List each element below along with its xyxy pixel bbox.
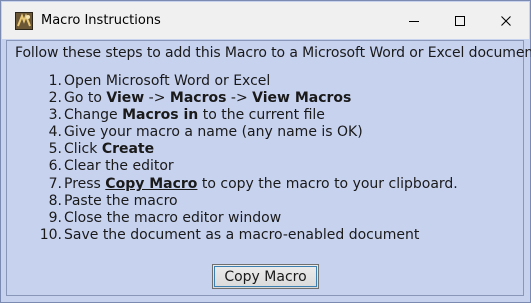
copy-macro-button[interactable]: Copy Macro [212, 264, 319, 289]
step-fragment: to copy the macro to your clipboard. [197, 175, 458, 192]
maximize-button[interactable] [437, 2, 483, 39]
step-text: Go to View -> Macros -> View Macros [64, 90, 351, 107]
step-text: Clear the editor [64, 158, 174, 175]
macro-instructions-window: Macro Instructions Follow these steps to… [0, 0, 531, 303]
step-number: 6. [48, 158, 62, 175]
instructions-intro: Follow these steps to add this Macro to … [15, 45, 531, 61]
minimize-icon [409, 20, 419, 22]
step-text: Close the macro editor window [64, 210, 281, 227]
step-fragment: Go to [64, 90, 107, 107]
step-text: Press Copy Macro to copy the macro to yo… [64, 176, 458, 193]
step-number: 2. [48, 90, 62, 107]
step-text: Save the document as a macro-enabled doc… [64, 227, 419, 244]
step-fragment: Open Microsoft Word or Excel [64, 73, 271, 89]
step-emphasis: Macros [169, 90, 227, 107]
step-text: Change Macros in to the current file [64, 107, 325, 124]
step-number: 10. [39, 226, 62, 243]
step-text: Paste the macro [64, 193, 178, 210]
step-fragment: Change [64, 107, 123, 124]
step-number: 8. [48, 192, 62, 209]
step-emphasis: Copy Macro [105, 175, 198, 192]
step-emphasis: Create [101, 141, 155, 158]
step-fragment: Save the document as a macro-enabled doc… [64, 226, 420, 243]
minimize-button[interactable] [391, 2, 437, 39]
step-fragment: -> [144, 90, 170, 107]
step-fragment: to the current file [198, 107, 325, 124]
step-number: 9. [48, 209, 62, 226]
close-button[interactable] [483, 2, 529, 39]
step-fragment: Paste the macro [64, 192, 178, 209]
step-text: Give your macro a name (any name is OK) [64, 124, 363, 141]
step-number: 1. [48, 73, 62, 89]
step-fragment: -> [226, 90, 253, 107]
step-number: 5. [48, 141, 62, 158]
step-emphasis: View Macros [252, 90, 352, 107]
step-fragment: Clear the editor [64, 158, 174, 175]
step-fragment: Click [64, 141, 102, 158]
close-icon [501, 15, 511, 26]
title-bar[interactable]: Macro Instructions [2, 2, 529, 39]
step-number: 7. [48, 175, 62, 192]
window-title: Macro Instructions [41, 13, 161, 28]
instructions-panel: Follow these steps to add this Macro to … [6, 40, 531, 296]
step-text: Click Create [64, 141, 154, 158]
macro-app-icon [15, 11, 33, 30]
step-emphasis: Macros in [122, 107, 199, 124]
step-fragment: Press [64, 175, 106, 192]
caption-buttons [391, 2, 529, 39]
step-emphasis: View [106, 90, 145, 107]
maximize-icon [455, 15, 465, 26]
step-number: 3. [48, 107, 62, 124]
step-fragment: Give your macro a name (any name is OK) [64, 124, 363, 141]
step-fragment: Close the macro editor window [64, 209, 282, 226]
step-text: Open Microsoft Word or Excel [64, 73, 270, 90]
step-number: 4. [48, 124, 62, 141]
